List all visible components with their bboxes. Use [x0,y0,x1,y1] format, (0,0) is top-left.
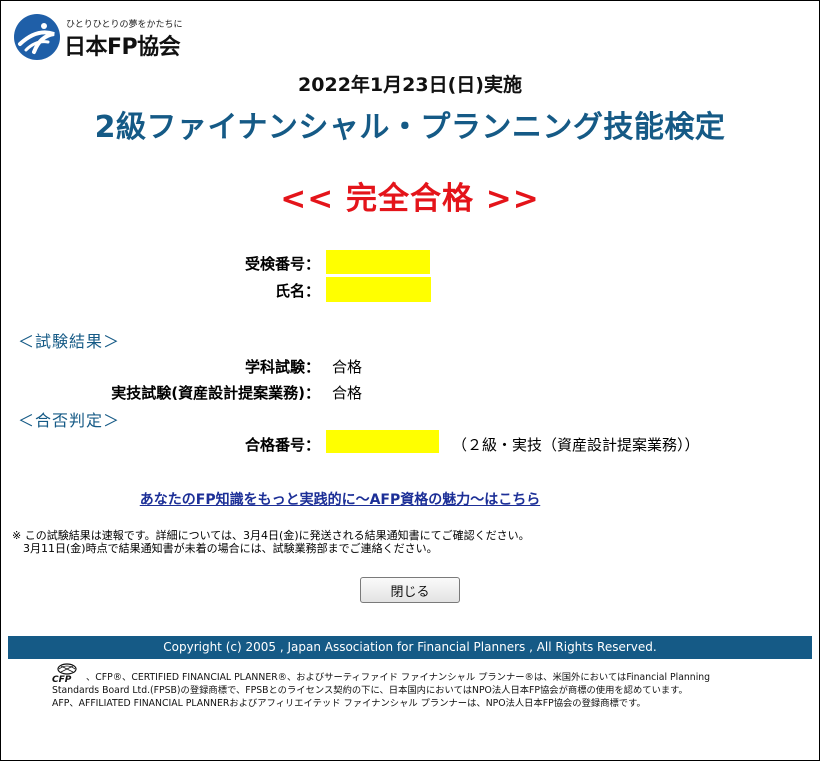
notice-line-2: 3月11日(金)時点で結果通知書が未着の場合には、試験業務部までご連絡ください。 [12,542,438,555]
afp-info-link[interactable]: あなたのFP知識をもっと実践的に～AFP資格の魅力～はこちら [0,489,680,509]
pass-number-note: （２級・実技（資産設計提案業務）） [452,436,700,454]
pass-number-label: 合格番号： [244,436,320,454]
exam-number-label: 受検番号： [244,255,320,273]
trademark-line-2: Standards Board Ltd.(FPSB)の登録商標で、FPSBとのラ… [52,685,688,696]
copyright-bar: Copyright (c) 2005 , Japan Association f… [8,636,812,659]
exam-results-section-title: ＜試験結果＞ [18,332,121,351]
written-exam-value: 合格 [332,358,363,376]
name-label: 氏名： [274,282,320,300]
cfp-mark-text: CFP [52,675,72,683]
logo-mark-icon [14,14,60,60]
written-exam-label: 学科試験： [244,358,320,376]
jafp-logo: ひとりひとりの夢をかたちに 日本FP協会 [14,14,194,64]
exam-date: 2022年1月23日(日)実施 [298,74,522,96]
pass-number-redacted [326,430,439,453]
exam-number-redacted [326,250,430,274]
result-notice: ※ この試験結果は速報です。詳細については、3月4日(金)に発送される結果通知書… [12,529,530,555]
practical-exam-label: 実技試験(資産設計提案業務)： [111,384,320,402]
result-heading: << 完全合格 >> [280,181,540,217]
trademark-line-3: AFP、AFFILIATED FINANCIAL PLANNERおよびアフィリエ… [52,698,646,709]
name-redacted [326,277,431,302]
cfp-logo-icon: CFP [52,663,86,685]
close-button[interactable]: 閉じる [360,577,460,603]
notice-line-1: ※ この試験結果は速報です。詳細については、3月4日(金)に発送される結果通知書… [12,529,530,542]
trademark-line-1: 、CFP®、CERTIFIED FINANCIAL PLANNER®、およびサー… [86,672,711,683]
practical-exam-value: 合格 [332,384,363,402]
exam-title: 2級ファイナンシャル・プランニング技能検定 [94,110,726,145]
judgement-section-title: ＜合否判定＞ [18,411,121,430]
logo-name: 日本FP協会 [64,35,181,60]
